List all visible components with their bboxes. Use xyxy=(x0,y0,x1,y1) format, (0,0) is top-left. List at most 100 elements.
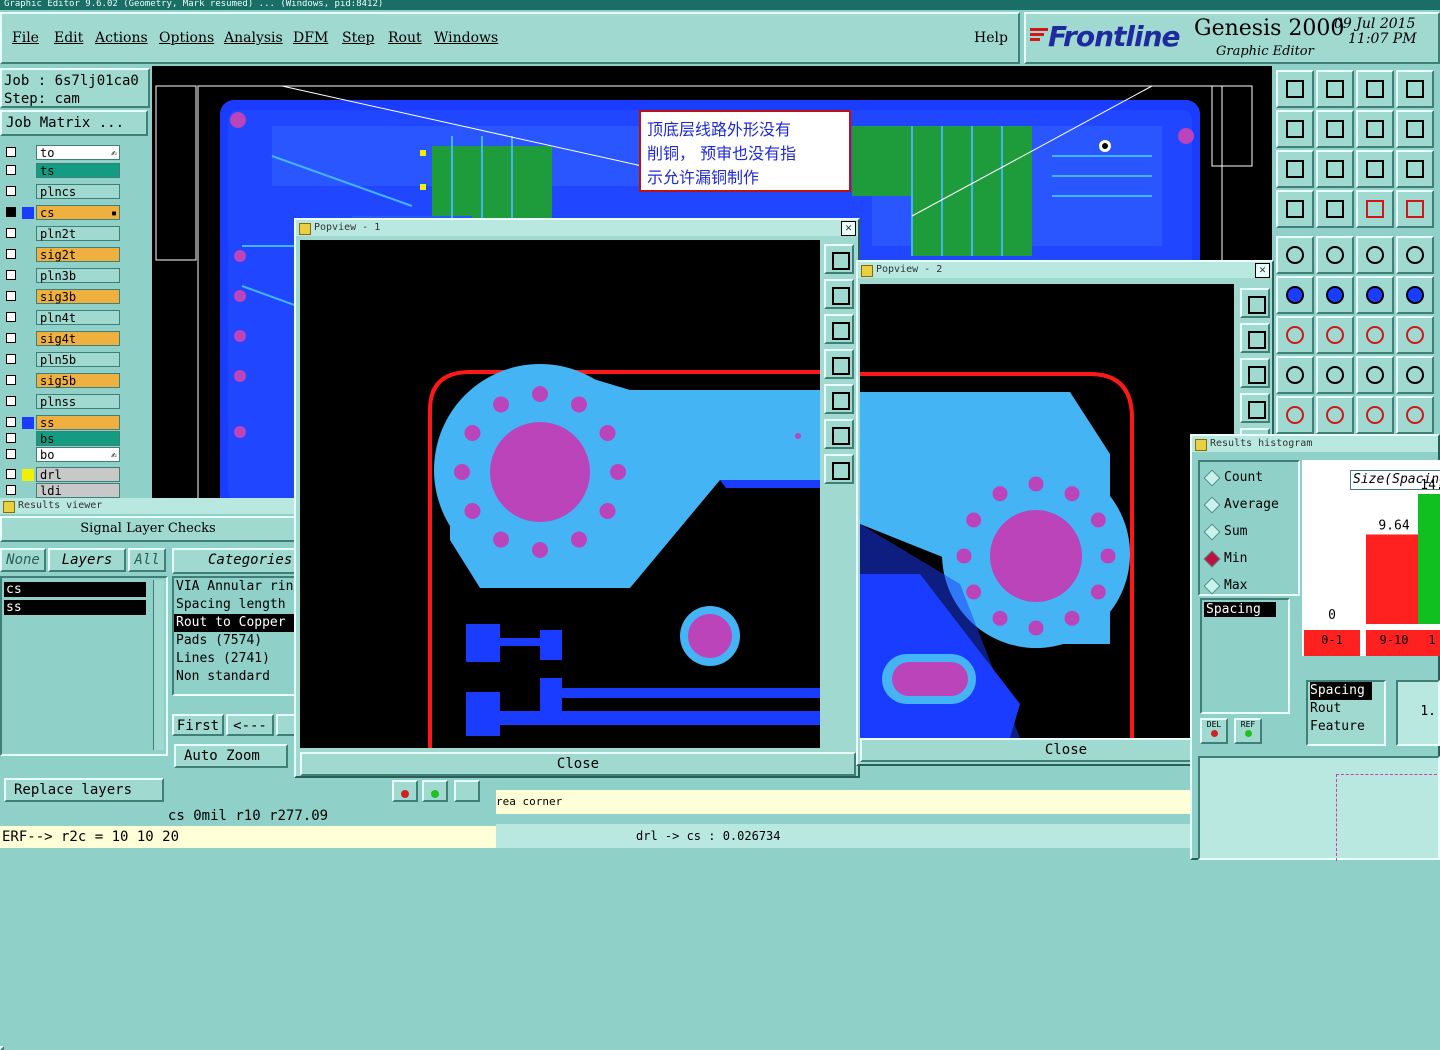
window-menu-icon[interactable] xyxy=(299,223,311,235)
right-icon[interactable] xyxy=(1316,110,1354,148)
menu-edit[interactable]: Edit xyxy=(54,30,83,46)
shape-icon[interactable] xyxy=(1396,356,1434,394)
layers-button[interactable]: Layers xyxy=(48,548,126,572)
layer-row-sig4t[interactable]: sig4t xyxy=(2,330,150,348)
layer-name[interactable]: plncs xyxy=(36,184,120,199)
text-icon[interactable] xyxy=(1396,316,1434,354)
menu-file[interactable]: File xyxy=(12,30,39,46)
up-icon[interactable] xyxy=(824,279,854,309)
layer-checkbox[interactable] xyxy=(6,354,16,364)
layer-checkbox[interactable] xyxy=(6,147,16,157)
red-measure-icon[interactable] xyxy=(1356,190,1394,228)
undo-icon[interactable] xyxy=(1276,70,1314,108)
triangle-icon[interactable] xyxy=(1276,396,1314,434)
slash-icon[interactable] xyxy=(1316,316,1354,354)
help-icon[interactable] xyxy=(1396,150,1434,188)
up-icon[interactable] xyxy=(1240,323,1270,353)
histogram-list[interactable]: Spacing xyxy=(1200,598,1290,714)
zoom-in-icon[interactable] xyxy=(1240,288,1270,318)
histogram-option-count[interactable]: Count xyxy=(1200,468,1296,488)
layer-row-sig5b[interactable]: sig5b xyxy=(2,372,150,390)
menu-help[interactable]: Help xyxy=(974,30,1008,46)
feature-icon[interactable] xyxy=(1316,236,1354,274)
layer-color-swatch[interactable] xyxy=(22,249,34,261)
histogram-option-max[interactable]: Max xyxy=(1200,576,1296,596)
menu-analysis[interactable]: Analysis xyxy=(224,30,283,46)
layer-checkbox[interactable] xyxy=(6,469,16,479)
bottom-list-item[interactable]: Rout xyxy=(1310,700,1384,718)
layer-name[interactable]: sig2t xyxy=(36,247,120,262)
histogram-list-item[interactable]: Spacing xyxy=(1204,602,1276,617)
pan-icon[interactable] xyxy=(1316,150,1354,188)
layer-color-swatch[interactable] xyxy=(22,469,34,481)
layer-checkbox[interactable] xyxy=(6,207,16,217)
layer-name[interactable]: sig3b xyxy=(36,289,120,304)
layer-name[interactable]: pln4t xyxy=(36,310,120,325)
layer-name[interactable]: to ✍ xyxy=(36,145,120,160)
category-item[interactable]: Lines (2741) xyxy=(174,650,294,668)
menu-rout[interactable]: Rout xyxy=(388,30,422,46)
layer-checkbox[interactable] xyxy=(6,270,16,280)
category-item[interactable]: Pads (7574) xyxy=(174,632,294,650)
first-button[interactable]: First xyxy=(172,714,224,736)
layer-checkbox[interactable] xyxy=(6,449,16,459)
radio-icon[interactable] xyxy=(1203,577,1221,595)
layer-row-plnss[interactable]: plnss xyxy=(2,393,150,411)
layer-checkbox[interactable] xyxy=(6,228,16,238)
zoom-in-icon[interactable] xyxy=(824,244,854,274)
auto-zoom-option[interactable]: Auto Zoom xyxy=(174,744,288,768)
move-icon[interactable] xyxy=(1356,276,1394,314)
layer-color-swatch[interactable] xyxy=(22,270,34,282)
layer-row-sig3b[interactable]: sig3b xyxy=(2,288,150,306)
tools-icon[interactable] xyxy=(1276,190,1314,228)
down-icon[interactable] xyxy=(1240,358,1270,388)
arrow-icon[interactable] xyxy=(1396,276,1434,314)
radio-icon[interactable] xyxy=(1203,469,1221,487)
category-item[interactable]: Rout to Copper xyxy=(174,614,294,632)
none-button[interactable]: None xyxy=(0,548,46,572)
connect-icon[interactable] xyxy=(1276,276,1314,314)
menu-options[interactable]: Options xyxy=(159,30,214,46)
category-item[interactable]: Non standard xyxy=(174,668,294,686)
layer-checkbox[interactable] xyxy=(6,312,16,322)
layer-color-swatch[interactable] xyxy=(22,291,34,303)
down-icon[interactable] xyxy=(824,314,854,344)
layer-name[interactable]: sig4t xyxy=(36,331,120,346)
layer-color-swatch[interactable] xyxy=(22,312,34,324)
histogram-bottom-list[interactable]: Spacing Rout Feature xyxy=(1306,680,1386,746)
layer-row-pln3b[interactable]: pln3b xyxy=(2,267,150,285)
replace-layers-option[interactable]: Replace layers xyxy=(4,778,164,802)
angle-icon[interactable] xyxy=(1316,396,1354,434)
arc-icon[interactable] xyxy=(1356,316,1394,354)
job-matrix-button[interactable]: Job Matrix ... xyxy=(0,110,148,136)
layer-name[interactable]: ss xyxy=(36,415,120,430)
layer-row-bo[interactable]: bo ✍ xyxy=(2,446,150,464)
layer-checkbox[interactable] xyxy=(6,417,16,427)
layer-name[interactable]: pln2t xyxy=(36,226,120,241)
histogram-bar[interactable] xyxy=(1418,494,1440,624)
radio-icon[interactable] xyxy=(1203,496,1221,514)
layer-name[interactable]: ts xyxy=(36,163,120,178)
select-icon[interactable] xyxy=(1276,236,1314,274)
layer-name[interactable]: pln5b xyxy=(36,352,120,367)
add-pad-icon[interactable] xyxy=(1276,356,1314,394)
layer-name[interactable]: bo ✍ xyxy=(36,447,120,462)
line-segment-icon[interactable] xyxy=(1316,356,1354,394)
layer-name[interactable]: cs ▪ xyxy=(36,205,120,220)
split-icon[interactable] xyxy=(1356,110,1394,148)
histogram-option-average[interactable]: Average xyxy=(1200,495,1296,515)
category-item[interactable]: Spacing length xyxy=(174,596,294,614)
center-icon[interactable] xyxy=(1356,356,1394,394)
del-button[interactable] xyxy=(392,780,418,802)
left-icon[interactable] xyxy=(1240,393,1270,423)
layer-checkbox[interactable] xyxy=(6,186,16,196)
layer-checkbox[interactable] xyxy=(6,433,16,443)
layer-row-pln2t[interactable]: pln2t xyxy=(2,225,150,243)
redo-icon[interactable] xyxy=(1316,70,1354,108)
histogram-bar[interactable] xyxy=(1366,534,1422,624)
right-icon[interactable] xyxy=(824,384,854,414)
ruler-icon[interactable] xyxy=(1356,236,1394,274)
popview-1-canvas[interactable] xyxy=(300,240,820,748)
window-menu-icon[interactable] xyxy=(1195,439,1207,451)
category-item[interactable]: VIA Annular ring xyxy=(174,578,294,596)
